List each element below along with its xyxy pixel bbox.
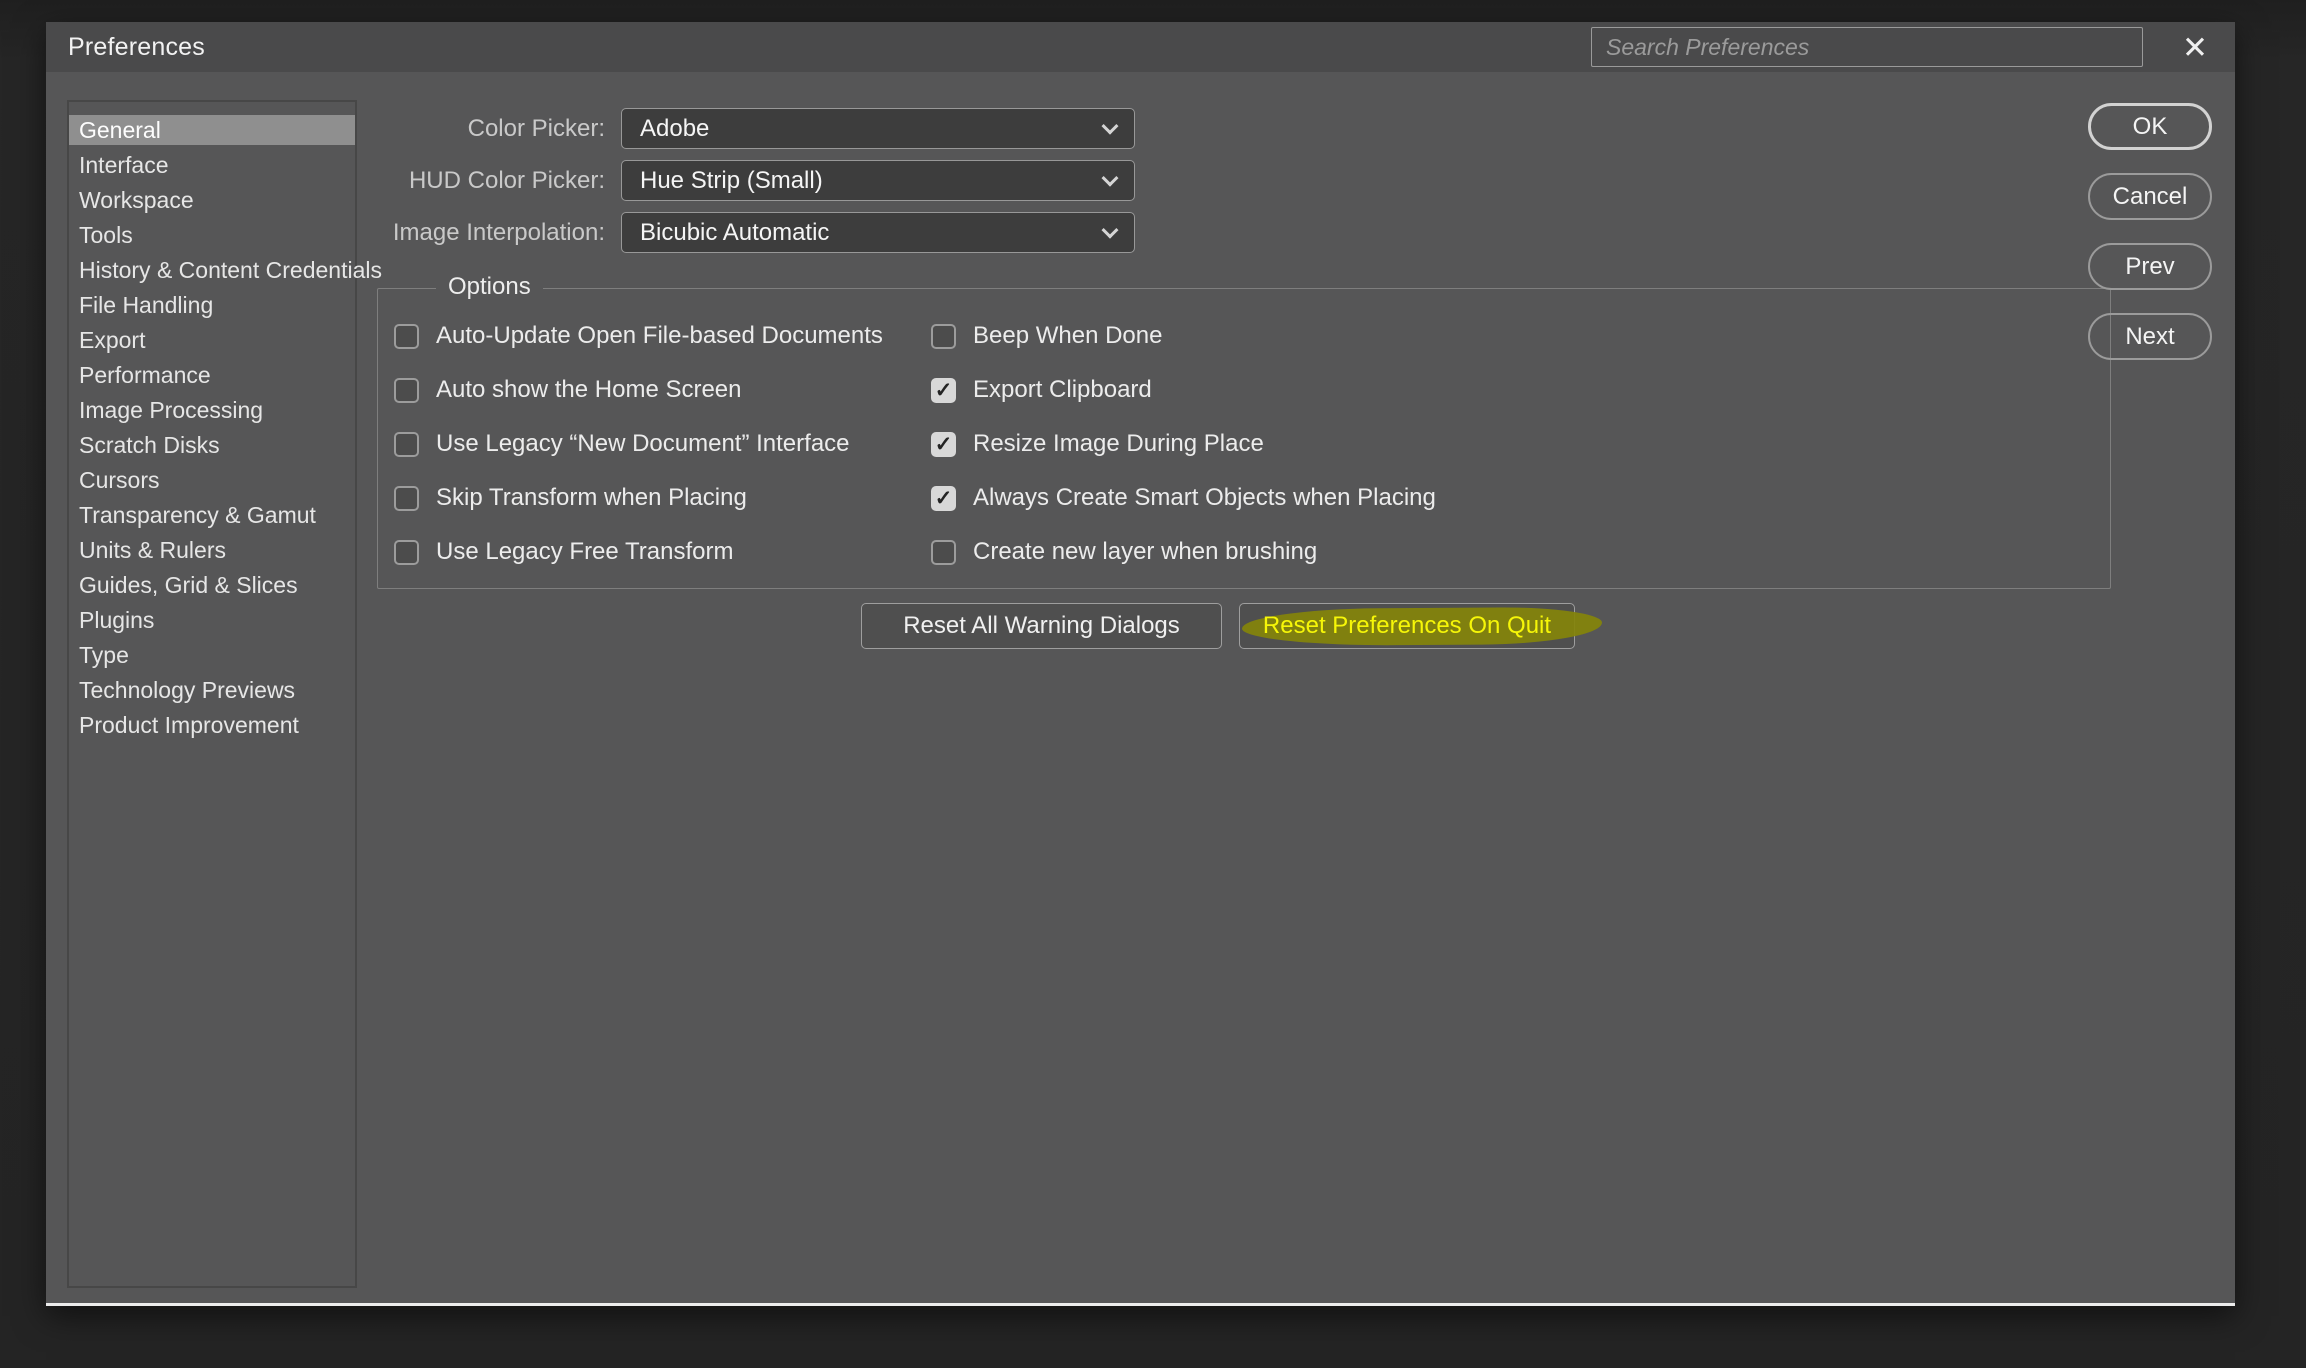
check-icon: ✓: [935, 434, 953, 455]
checkbox-icon[interactable]: ✓: [394, 540, 419, 565]
checkbox-icon[interactable]: ✓: [931, 486, 956, 511]
checkbox-icon[interactable]: ✓: [931, 540, 956, 565]
checkbox-label: Resize Image During Place: [973, 430, 1264, 458]
preferences-dialog: Preferences ✕ General Interface Workspac…: [46, 22, 2235, 1306]
sidebar-item-type[interactable]: Type: [69, 640, 355, 670]
checkbox-label: Auto-Update Open File-based Documents: [436, 322, 883, 350]
checkbox-legacy-new-document[interactable]: ✓ Use Legacy “New Document” Interface: [394, 417, 883, 471]
dialog-title: Preferences: [68, 22, 205, 72]
check-icon: ✓: [935, 380, 953, 401]
checkbox-label: Create new layer when brushing: [973, 538, 1317, 566]
prev-button[interactable]: Prev: [2088, 243, 2212, 290]
preferences-sidebar: General Interface Workspace Tools Histor…: [67, 100, 357, 1288]
checkbox-icon[interactable]: ✓: [931, 324, 956, 349]
dialog-titlebar: Preferences ✕: [46, 22, 2235, 72]
sidebar-item-scratch-disks[interactable]: Scratch Disks: [69, 430, 355, 460]
sidebar-item-technology-previews[interactable]: Technology Previews: [69, 675, 355, 705]
checkbox-icon[interactable]: ✓: [394, 378, 419, 403]
reset-all-warning-dialogs-button[interactable]: Reset All Warning Dialogs: [861, 603, 1222, 649]
ok-button[interactable]: OK: [2088, 103, 2212, 150]
image-interpolation-value: Bicubic Automatic: [640, 219, 829, 247]
checkbox-icon[interactable]: ✓: [394, 486, 419, 511]
options-group: Options ✓ Auto-Update Open File-based Do…: [377, 288, 2111, 589]
checkbox-resize-image-during-place[interactable]: ✓ Resize Image During Place: [931, 417, 1436, 471]
image-interpolation-select[interactable]: Bicubic Automatic: [621, 212, 1135, 253]
sidebar-item-plugins[interactable]: Plugins: [69, 605, 355, 635]
options-right-column: ✓ Beep When Done ✓ Export Clipboard ✓ Re…: [931, 289, 1436, 579]
sidebar-item-cursors[interactable]: Cursors: [69, 465, 355, 495]
sidebar-item-image-processing[interactable]: Image Processing: [69, 395, 355, 425]
checkbox-icon[interactable]: ✓: [394, 324, 419, 349]
color-picker-value: Adobe: [640, 115, 709, 143]
chevron-down-icon: [1102, 117, 1119, 134]
sidebar-item-transparency-gamut[interactable]: Transparency & Gamut: [69, 500, 355, 530]
cancel-button[interactable]: Cancel: [2088, 173, 2212, 220]
hud-color-picker-value: Hue Strip (Small): [640, 167, 823, 195]
image-interpolation-label: Image Interpolation:: [46, 219, 605, 247]
checkbox-icon[interactable]: ✓: [931, 378, 956, 403]
search-input[interactable]: [1591, 27, 2143, 67]
hud-color-picker-select[interactable]: Hue Strip (Small): [621, 160, 1135, 201]
sidebar-item-file-handling[interactable]: File Handling: [69, 290, 355, 320]
checkbox-auto-update-open-documents[interactable]: ✓ Auto-Update Open File-based Documents: [394, 309, 883, 363]
checkbox-label: Use Legacy Free Transform: [436, 538, 733, 566]
desktop-background: Preferences ✕ General Interface Workspac…: [0, 0, 2306, 1368]
checkbox-auto-show-home-screen[interactable]: ✓ Auto show the Home Screen: [394, 363, 883, 417]
checkbox-label: Auto show the Home Screen: [436, 376, 742, 404]
checkbox-label: Use Legacy “New Document” Interface: [436, 430, 850, 458]
reset-all-warning-dialogs-label: Reset All Warning Dialogs: [903, 612, 1180, 640]
sidebar-item-performance[interactable]: Performance: [69, 360, 355, 390]
color-picker-select[interactable]: Adobe: [621, 108, 1135, 149]
checkbox-export-clipboard[interactable]: ✓ Export Clipboard: [931, 363, 1436, 417]
checkbox-beep-when-done[interactable]: ✓ Beep When Done: [931, 309, 1436, 363]
sidebar-item-guides-grid-slices[interactable]: Guides, Grid & Slices: [69, 570, 355, 600]
close-icon[interactable]: ✕: [2173, 29, 2217, 67]
checkbox-label: Beep When Done: [973, 322, 1162, 350]
checkbox-legacy-free-transform[interactable]: ✓ Use Legacy Free Transform: [394, 525, 883, 579]
chevron-down-icon: [1102, 221, 1119, 238]
checkbox-icon[interactable]: ✓: [931, 432, 956, 457]
check-icon: ✓: [935, 488, 953, 509]
chevron-down-icon: [1102, 169, 1119, 186]
hud-color-picker-row: HUD Color Picker: Hue Strip (Small): [46, 160, 1135, 201]
sidebar-item-product-improvement[interactable]: Product Improvement: [69, 710, 355, 740]
next-button[interactable]: Next: [2088, 313, 2212, 360]
checkbox-icon[interactable]: ✓: [394, 432, 419, 457]
reset-preferences-on-quit-label: Reset Preferences On Quit: [1263, 612, 1551, 640]
options-left-column: ✓ Auto-Update Open File-based Documents …: [394, 289, 883, 579]
checkbox-label: Export Clipboard: [973, 376, 1152, 404]
reset-preferences-on-quit-button[interactable]: Reset Preferences On Quit: [1239, 603, 1575, 649]
color-picker-label: Color Picker:: [46, 115, 605, 143]
reset-buttons-row: Reset All Warning Dialogs Reset Preferen…: [861, 603, 1575, 649]
checkbox-label: Skip Transform when Placing: [436, 484, 747, 512]
sidebar-item-units-rulers[interactable]: Units & Rulers: [69, 535, 355, 565]
sidebar-item-export[interactable]: Export: [69, 325, 355, 355]
hud-color-picker-label: HUD Color Picker:: [46, 167, 605, 195]
checkbox-skip-transform-when-placing[interactable]: ✓ Skip Transform when Placing: [394, 471, 883, 525]
checkbox-always-create-smart-objects[interactable]: ✓ Always Create Smart Objects when Placi…: [931, 471, 1436, 525]
sidebar-item-history-content-credentials[interactable]: History & Content Credentials: [69, 255, 355, 285]
checkbox-label: Always Create Smart Objects when Placing: [973, 484, 1436, 512]
color-picker-row: Color Picker: Adobe: [46, 108, 1135, 149]
checkbox-create-new-layer-when-brushing[interactable]: ✓ Create new layer when brushing: [931, 525, 1436, 579]
image-interpolation-row: Image Interpolation: Bicubic Automatic: [46, 212, 1135, 253]
dialog-action-buttons: OK Cancel Prev Next: [2088, 103, 2212, 360]
